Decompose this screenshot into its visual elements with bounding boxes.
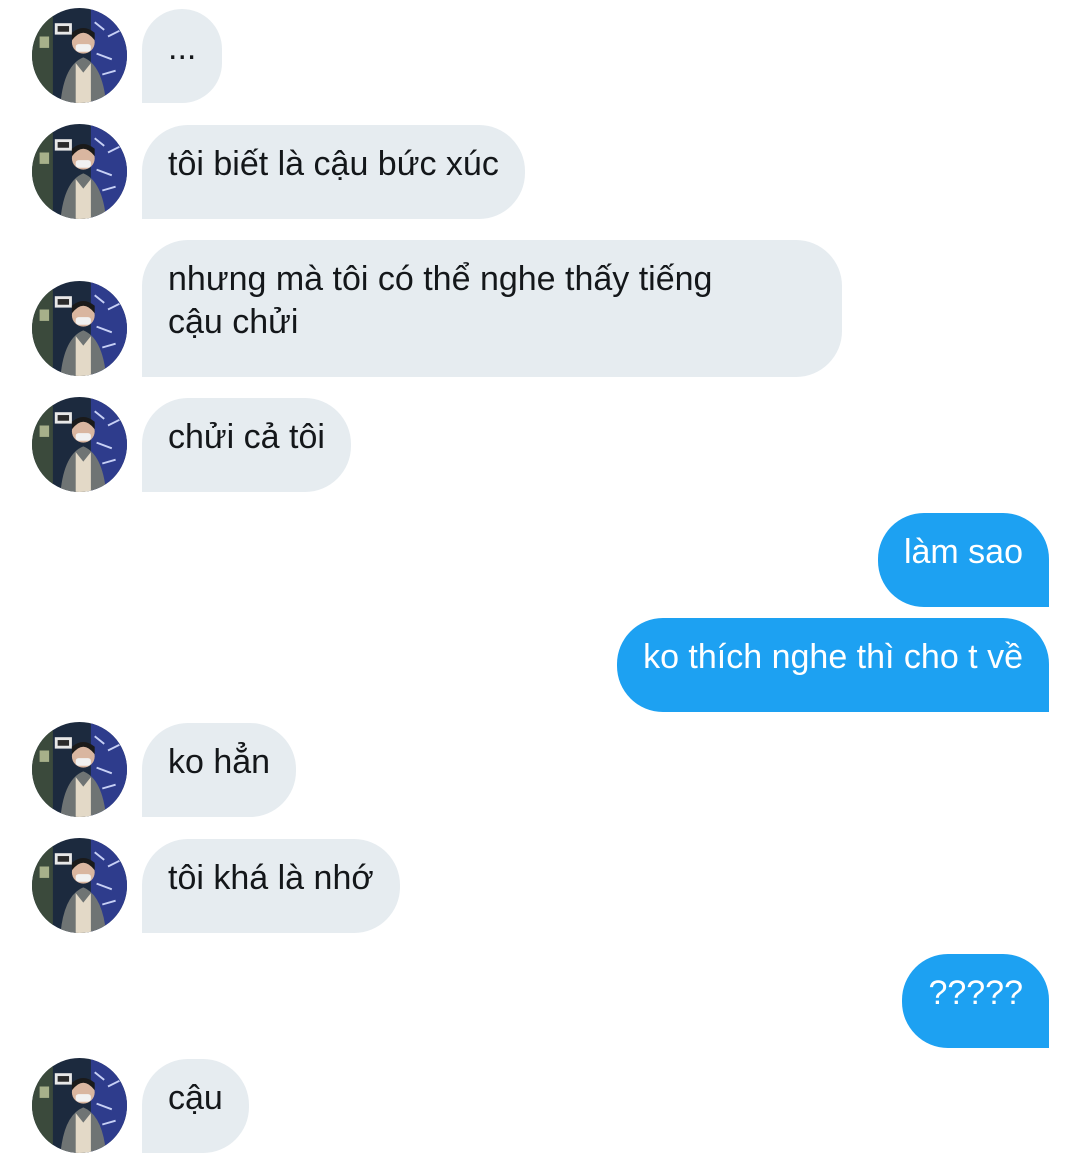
chat-screen: { "conversation": { "messages": [ {"send… — [0, 0, 1080, 1163]
avatar[interactable] — [32, 397, 127, 492]
avatar-photo-icon — [32, 281, 127, 376]
avatar[interactable] — [32, 722, 127, 817]
outgoing-message-bubble[interactable]: ko thích nghe thì cho t về — [617, 618, 1049, 712]
avatar[interactable] — [32, 838, 127, 933]
avatar[interactable] — [32, 1058, 127, 1153]
avatar-photo-icon — [32, 124, 127, 219]
avatar[interactable] — [32, 124, 127, 219]
outgoing-message-bubble[interactable]: làm sao — [877, 513, 1049, 607]
avatar-photo-icon — [32, 838, 127, 933]
outgoing-message-bubble[interactable]: ????? — [902, 954, 1049, 1048]
avatar-photo-icon — [32, 397, 127, 492]
incoming-message-bubble[interactable]: tôi biết là cậu bức xúc — [142, 125, 525, 219]
avatar-photo-icon — [32, 1058, 127, 1153]
incoming-message-bubble[interactable]: ... — [142, 9, 223, 103]
incoming-message-bubble[interactable]: ko hẳn — [142, 723, 297, 817]
incoming-message-bubble[interactable]: cậu — [142, 1059, 249, 1153]
incoming-message-bubble[interactable]: tôi khá là nhớ — [142, 839, 400, 933]
incoming-message-bubble[interactable]: chửi cả tôi — [142, 398, 351, 492]
avatar[interactable] — [32, 8, 127, 103]
incoming-message-bubble[interactable]: nhưng mà tôi có thể nghe thấy tiếng cậu … — [142, 240, 842, 377]
avatar-photo-icon — [32, 722, 127, 817]
avatar[interactable] — [32, 281, 127, 376]
avatar-photo-icon — [32, 8, 127, 103]
